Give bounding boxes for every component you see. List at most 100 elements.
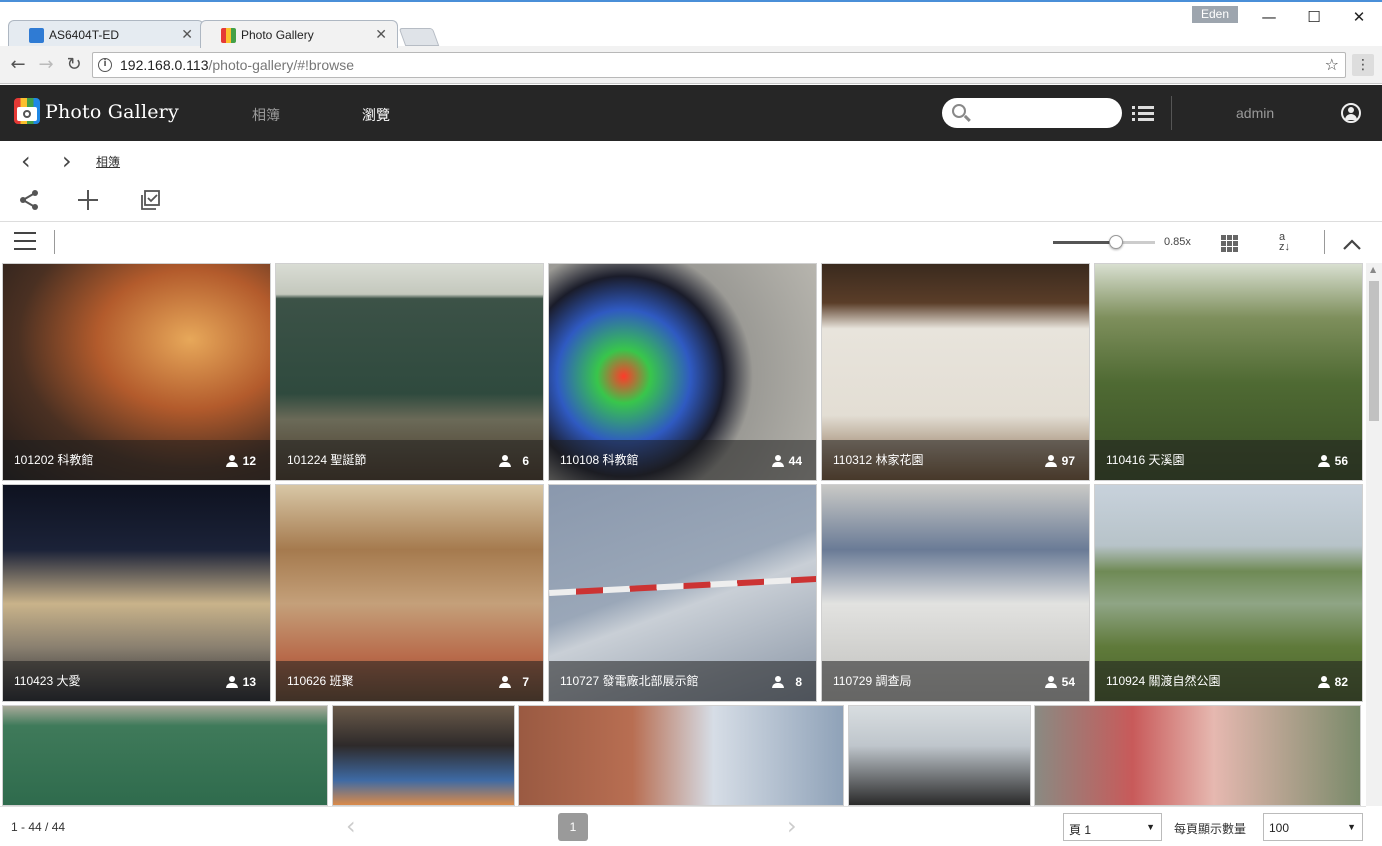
new-tab-button[interactable]	[398, 28, 440, 46]
album-title: 110416 天溪園	[1106, 453, 1185, 467]
scrollbar-thumb[interactable]	[1369, 281, 1379, 421]
browser-tab-photo-gallery[interactable]: Photo Gallery ✕	[200, 20, 398, 48]
browser-tab-as6404t[interactable]: AS6404T-ED ✕	[8, 20, 204, 48]
zoom-slider[interactable]	[1053, 235, 1155, 249]
album-tile[interactable]	[518, 705, 844, 806]
album-tile[interactable]: 101202 科教館 12	[2, 263, 271, 481]
pagination-footer: 1 - 44 / 44 ‹ 1 › 頁 1 ▼ 每頁顯示數量 100 ▼	[0, 806, 1366, 846]
back-icon[interactable]: ←	[6, 53, 30, 77]
username[interactable]: admin	[1236, 105, 1274, 121]
collapse-up-icon[interactable]	[1342, 232, 1362, 256]
album-tile[interactable]: 110729 調查局 54	[821, 484, 1090, 702]
album-title: 110423 大愛	[14, 674, 81, 688]
album-title: 110729 調查局	[833, 674, 912, 688]
page-select[interactable]: 頁 1 ▼	[1063, 813, 1162, 841]
breadcrumb-albums[interactable]: 相簿	[96, 153, 120, 170]
vertical-scrollbar[interactable]: ▲	[1366, 263, 1382, 806]
album-count: 13	[242, 675, 256, 689]
zoom-slider-handle[interactable]	[1109, 235, 1124, 249]
album-tile[interactable]: 110416 天溪園 56	[1094, 263, 1363, 481]
album-tile[interactable]: 110312 林家花園 97	[821, 263, 1090, 481]
album-count: 44	[788, 454, 802, 468]
album-count: 12	[242, 454, 256, 468]
maximize-icon[interactable]: ☐	[1291, 6, 1337, 28]
person-icon	[226, 455, 238, 467]
person-icon	[1045, 676, 1057, 688]
browser-toolbar: ← → ↻ i 192.168.0.113/photo-gallery/#!br…	[0, 46, 1382, 84]
info-icon[interactable]: i	[98, 58, 112, 72]
select-checkbox-icon[interactable]	[139, 188, 163, 212]
back-chevron-icon[interactable]: ‹	[21, 147, 31, 175]
person-icon	[499, 676, 511, 688]
album-count: 56	[1334, 454, 1348, 468]
album-tile[interactable]	[848, 705, 1031, 806]
app-title: Photo Gallery	[45, 101, 179, 123]
window-close-icon[interactable]: ✕	[1336, 6, 1382, 28]
person-icon	[1318, 676, 1330, 688]
forward-chevron-icon[interactable]: ›	[62, 147, 72, 175]
scroll-up-icon[interactable]: ▲	[1370, 265, 1376, 274]
current-page-button[interactable]: 1	[558, 813, 588, 841]
per-page-value: 100	[1269, 821, 1290, 835]
tab-label: Photo Gallery	[241, 28, 314, 42]
person-icon	[1045, 455, 1057, 467]
close-tab-icon[interactable]: ✕	[375, 26, 387, 43]
browser-titlebar: AS6404T-ED ✕ Photo Gallery ✕ Eden — ☐ ✕	[0, 0, 1382, 48]
photo-gallery-icon	[221, 28, 236, 43]
album-tile[interactable]: 110626 班聚 7	[275, 484, 544, 702]
nav-browse[interactable]: 瀏覽	[362, 105, 390, 125]
person-icon	[1318, 455, 1330, 467]
album-tile[interactable]	[332, 705, 515, 806]
album-tile[interactable]	[2, 705, 328, 806]
album-count: 54	[1061, 675, 1075, 689]
album-title: 110312 林家花園	[833, 453, 924, 467]
app-header: Photo Gallery 相簿 瀏覽 admin	[0, 85, 1382, 141]
per-page-label: 每頁顯示數量	[1174, 822, 1247, 836]
album-tile[interactable]: 101224 聖誕節 6	[275, 263, 544, 481]
sort-az-icon[interactable]: a z↓	[1279, 232, 1290, 253]
album-tile[interactable]: 110727 發電廠北部展示館 8	[548, 484, 817, 702]
album-tile[interactable]: 110423 大愛 13	[2, 484, 271, 702]
person-icon	[226, 676, 238, 688]
album-title: 101224 聖誕節	[287, 453, 367, 467]
per-page-select[interactable]: 100 ▼	[1263, 813, 1363, 841]
album-tile[interactable]: 110108 科教館 44	[548, 263, 817, 481]
asustor-icon	[29, 28, 44, 43]
search-icon	[952, 104, 966, 118]
grid-view-icon[interactable]	[1221, 235, 1239, 253]
album-title: 110108 科教館	[560, 453, 639, 467]
add-icon[interactable]	[76, 188, 100, 212]
toolbar-divider	[0, 221, 1382, 222]
album-title: 101202 科教館	[14, 453, 94, 467]
close-tab-icon[interactable]: ✕	[181, 26, 193, 43]
page-select-value: 頁 1	[1069, 823, 1092, 837]
search-input[interactable]	[942, 98, 1122, 128]
menu-icon[interactable]	[14, 232, 36, 250]
url-text: 192.168.0.113/photo-gallery/#!browse	[120, 57, 355, 73]
user-account-icon[interactable]	[1341, 103, 1361, 123]
album-count: 7	[522, 675, 529, 689]
vertical-divider	[1324, 230, 1325, 254]
bookmark-star-icon[interactable]: ☆	[1325, 55, 1339, 74]
zoom-label: 0.85x	[1164, 236, 1191, 248]
album-title: 110626 班聚	[287, 674, 354, 688]
address-bar[interactable]: i 192.168.0.113/photo-gallery/#!browse ☆	[92, 52, 1346, 78]
person-icon	[499, 455, 511, 467]
dropdown-arrow-icon: ▼	[1347, 822, 1356, 832]
album-tile[interactable]: 110924 關渡自然公園 82	[1094, 484, 1363, 702]
profile-badge[interactable]: Eden	[1192, 6, 1238, 23]
search-filter-list-icon[interactable]	[1132, 106, 1154, 122]
album-title: 110727 發電廠北部展示館	[560, 674, 699, 688]
reload-icon[interactable]: ↻	[62, 53, 86, 77]
album-tile[interactable]	[1034, 705, 1361, 806]
browser-menu-icon[interactable]: ⋮	[1352, 54, 1374, 76]
photo-gallery-logo-icon	[14, 98, 40, 124]
next-page-icon[interactable]: ›	[787, 812, 797, 840]
forward-icon[interactable]: →	[34, 53, 58, 77]
share-icon[interactable]	[17, 188, 41, 212]
person-icon	[772, 455, 784, 467]
tab-label: AS6404T-ED	[49, 28, 120, 42]
minimize-icon[interactable]: —	[1246, 6, 1292, 28]
prev-page-icon[interactable]: ‹	[346, 812, 356, 840]
nav-albums[interactable]: 相簿	[252, 105, 280, 125]
